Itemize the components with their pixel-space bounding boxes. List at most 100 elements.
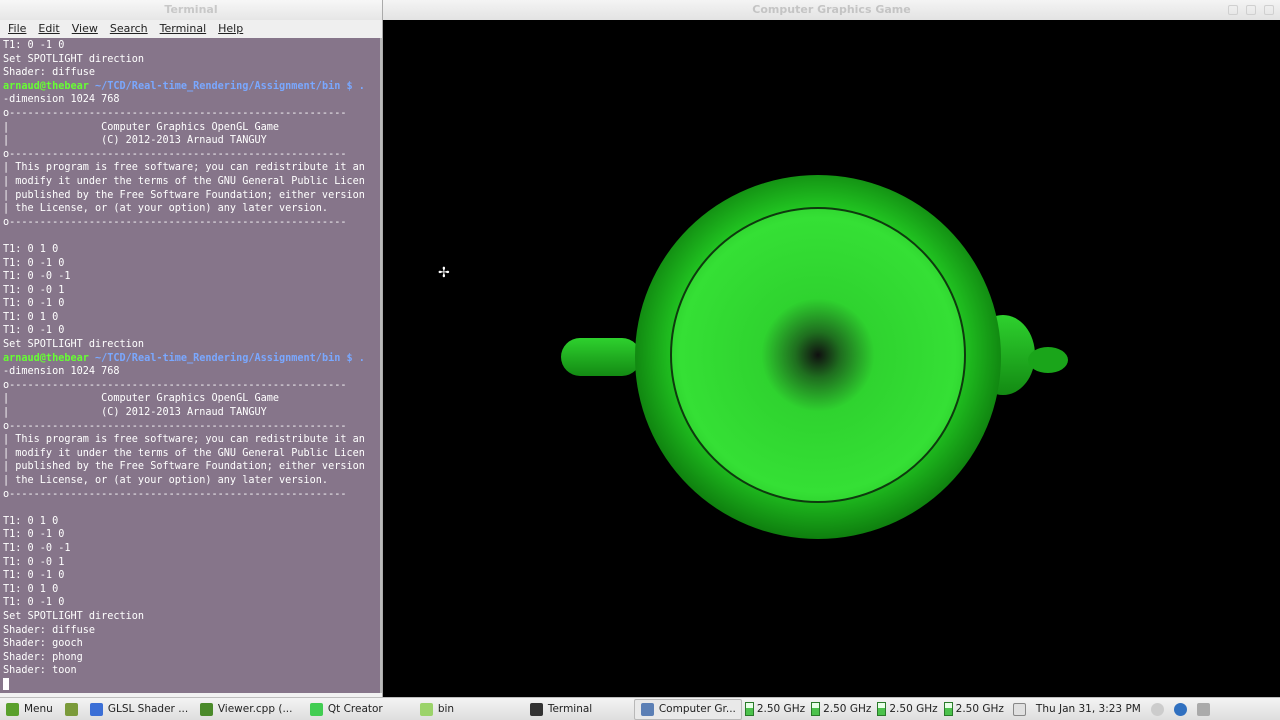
cpu-meter-icon bbox=[744, 702, 754, 716]
terminal-line: | (C) 2012-2013 Arnaud TANGUY bbox=[3, 407, 267, 419]
game-viewport[interactable] bbox=[383, 20, 1280, 697]
show-desktop-button[interactable] bbox=[59, 699, 84, 720]
taskbar-button[interactable]: Computer Gr... bbox=[633, 698, 742, 720]
terminal-line: | Computer Graphics OpenGL Game bbox=[3, 393, 280, 405]
terminal-line: T1: 0 1 0 bbox=[3, 243, 59, 255]
terminal-line: Set SPOTLIGHT direction bbox=[3, 53, 145, 65]
terminal-line: o---------------------------------------… bbox=[3, 379, 347, 391]
close-button[interactable] bbox=[1264, 5, 1274, 15]
terminal-line: T1: 0 1 0 bbox=[3, 311, 59, 323]
update-icon[interactable] bbox=[1150, 702, 1164, 716]
game-titlebar[interactable]: Computer Graphics Game bbox=[383, 0, 1280, 20]
clock[interactable]: Thu Jan 31, 3:23 PM bbox=[1036, 703, 1141, 715]
menu-file[interactable]: File bbox=[8, 20, 26, 38]
info-icon[interactable] bbox=[1173, 702, 1187, 716]
taskbar: Menu GLSL Shader ... Viewer.cpp (... Qt Cr… bbox=[0, 697, 1280, 720]
terminal-window[interactable]: Terminal File Edit View Search Terminal … bbox=[0, 0, 383, 697]
menu-help[interactable]: Help bbox=[218, 20, 243, 38]
desktop-icon bbox=[64, 702, 78, 716]
minimize-button[interactable] bbox=[1228, 5, 1238, 15]
terminal-line: | (C) 2012-2013 Arnaud TANGUY bbox=[3, 135, 267, 147]
cpu-freq-label: 2.50 GHz bbox=[756, 703, 806, 715]
maximize-button[interactable] bbox=[1246, 5, 1256, 15]
terminal-line: arnaud@thebear ~/TCD/Real-time_Rendering… bbox=[3, 352, 381, 366]
taskbar-button[interactable]: Qt Creator bbox=[304, 699, 414, 720]
window-icon bbox=[640, 702, 654, 716]
terminal-line: Shader: gooch bbox=[3, 638, 83, 650]
menu-icon bbox=[6, 702, 19, 716]
terminal-line: | modify it under the terms of the GNU G… bbox=[3, 175, 365, 187]
text-cursor bbox=[3, 677, 9, 690]
taskbar-button[interactable]: Viewer.cpp (... bbox=[194, 699, 304, 720]
folder-icon bbox=[419, 702, 433, 716]
terminal-titlebar[interactable]: Terminal bbox=[0, 0, 382, 20]
game-window[interactable]: Computer Graphics Game ✢ bbox=[383, 0, 1280, 697]
terminal-line: T1: 0 -1 0 bbox=[3, 40, 65, 51]
teapot-lid bbox=[670, 207, 966, 503]
menu-edit[interactable]: Edit bbox=[38, 20, 59, 38]
terminal-line: | the License, or (at your option) any l… bbox=[3, 475, 329, 486]
taskbar-button-label: Qt Creator bbox=[327, 703, 383, 715]
terminal-line: T1: 0 -1 0 bbox=[3, 570, 65, 582]
cpu-freq-applet[interactable]: 2.50 GHz bbox=[742, 702, 808, 716]
terminal-line: | This program is free software; you can… bbox=[3, 434, 365, 446]
cpu-freq-label: 2.50 GHz bbox=[955, 703, 1004, 715]
terminal-line: Set SPOTLIGHT direction bbox=[3, 339, 145, 351]
prompt-user: arnaud@thebear bbox=[3, 352, 89, 364]
terminal-line: Shader: toon bbox=[3, 665, 77, 677]
qt-icon bbox=[309, 702, 323, 716]
terminal-line: T1: 0 1 0 bbox=[3, 515, 59, 527]
terminal-line: o---------------------------------------… bbox=[3, 488, 347, 500]
terminal-icon bbox=[529, 702, 543, 716]
taskbar-button[interactable]: bin bbox=[414, 699, 524, 720]
teapot-spout-tip bbox=[1028, 347, 1068, 373]
start-menu-button[interactable]: Menu bbox=[0, 699, 59, 720]
terminal-line: | published by the Free Software Foundat… bbox=[3, 189, 365, 201]
desktop: Terminal File Edit View Search Terminal … bbox=[0, 0, 1280, 720]
terminal-line: T1: 0 -0 -1 bbox=[3, 271, 71, 283]
power-icon[interactable] bbox=[1196, 702, 1210, 716]
terminal-line: | Computer Graphics OpenGL Game bbox=[3, 121, 280, 133]
terminal-line: T1: 0 -1 0 bbox=[3, 597, 65, 609]
terminal-line: arnaud@thebear ~/TCD/Real-time_Rendering… bbox=[3, 80, 381, 94]
terminal-line: T1: 0 -1 0 bbox=[3, 257, 65, 269]
taskbar-button-label: GLSL Shader ... bbox=[107, 703, 189, 715]
prompt-user: arnaud@thebear bbox=[3, 80, 89, 92]
cpu-freq-applet[interactable]: 2.50 GHz bbox=[808, 702, 874, 716]
terminal-scrollbar[interactable] bbox=[380, 38, 382, 693]
cpu-freq-applet[interactable]: 2.50 GHz bbox=[874, 702, 940, 716]
cpu-freq-applet[interactable]: 2.50 GHz bbox=[941, 702, 1007, 716]
terminal-line: | This program is free software; you can… bbox=[3, 162, 365, 174]
network-icon[interactable] bbox=[1012, 702, 1026, 716]
prompt-path: ~/TCD/Real-time_Rendering/Assignment/bin… bbox=[88, 352, 365, 364]
terminal-line: T1: 0 -0 1 bbox=[3, 556, 65, 568]
terminal-line: T1: 0 -1 0 bbox=[3, 529, 65, 541]
terminal-line: Shader: phong bbox=[3, 651, 83, 663]
menu-view[interactable]: View bbox=[72, 20, 98, 38]
terminal-line: T1: 0 -1 0 bbox=[3, 298, 65, 310]
cpu-meter-icon bbox=[877, 702, 887, 716]
cpu-meter-icon bbox=[811, 702, 821, 716]
menu-search[interactable]: Search bbox=[110, 20, 148, 38]
taskbar-button-label: Terminal bbox=[547, 703, 593, 715]
cpu-freq-applets: 2.50 GHz 2.50 GHz 2.50 GHz 2.50 GHz bbox=[742, 702, 1007, 716]
system-tray: Thu Jan 31, 3:23 PM bbox=[1007, 702, 1216, 716]
terminal-line: Set SPOTLIGHT direction bbox=[3, 610, 145, 622]
terminal-line: | the License, or (at your option) any l… bbox=[3, 203, 329, 215]
taskbar-button[interactable]: GLSL Shader ... bbox=[84, 699, 194, 720]
cpu-freq-label: 2.50 GHz bbox=[823, 703, 872, 715]
terminal-line: T1: 0 1 0 bbox=[3, 583, 59, 595]
teapot-handle bbox=[561, 338, 641, 376]
menu-terminal[interactable]: Terminal bbox=[160, 20, 207, 38]
terminal-line: -dimension 1024 768 bbox=[3, 366, 120, 378]
task-list: GLSL Shader ... Viewer.cpp (... Qt Creator… bbox=[84, 698, 742, 720]
taskbar-button-label: bin bbox=[437, 703, 455, 715]
terminal-line: o---------------------------------------… bbox=[3, 148, 347, 160]
taskbar-button-label: Viewer.cpp (... bbox=[217, 703, 293, 715]
browser-icon bbox=[89, 702, 103, 716]
terminal-output[interactable]: T1: 0 -1 0 Set SPOTLIGHT direction Shader:… bbox=[0, 38, 381, 693]
cpu-meter-icon bbox=[943, 702, 953, 716]
terminal-line: T1: 0 -1 0 bbox=[3, 325, 65, 337]
taskbar-button[interactable]: Terminal bbox=[524, 699, 634, 720]
